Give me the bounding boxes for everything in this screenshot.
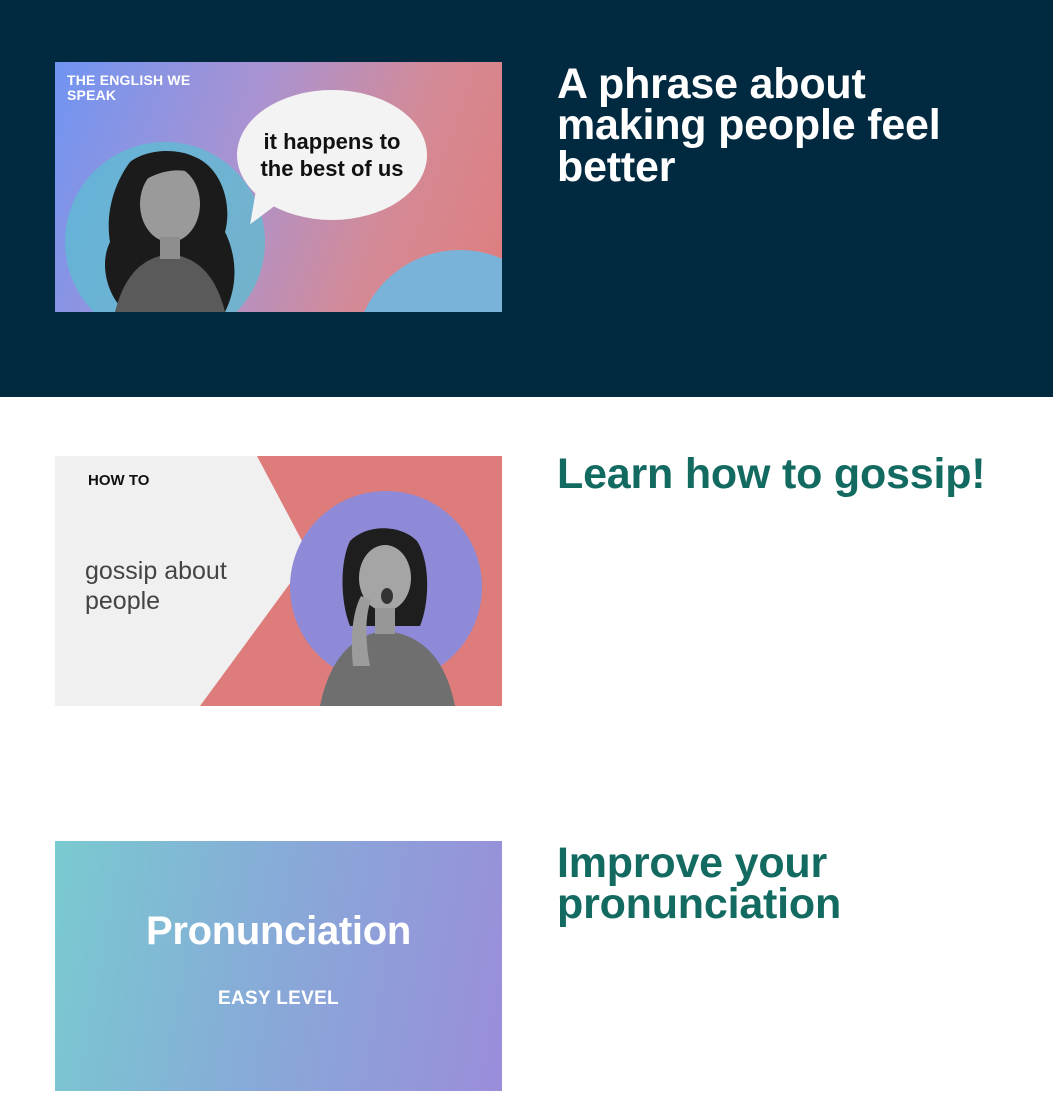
card-headline-link[interactable]: A phrase about making people feel better	[557, 63, 1017, 188]
thumbnail-title: gossip about people	[85, 557, 227, 615]
series-brand-label: THE ENGLISH WE SPEAK	[67, 72, 191, 103]
thumbnail-how-to-gossip[interactable]: HOW TO gossip about people	[55, 456, 502, 706]
thumbnail-level-label: EASY LEVEL	[218, 988, 339, 1009]
article-card: Pronunciation EASY LEVEL Improve your pr…	[0, 817, 1053, 1102]
thumbnail-english-we-speak[interactable]: THE ENGLISH WE SPEAK it happens to the b…	[55, 62, 502, 312]
card-headline-link[interactable]: Learn how to gossip!	[557, 452, 1017, 495]
article-card: HOW TO gossip about people Learn how to …	[0, 397, 1053, 817]
card-headline-link[interactable]: Improve your pronunciation	[557, 842, 1017, 926]
presenter-photo	[320, 528, 455, 706]
thumbnail-gradient	[55, 841, 502, 1091]
featured-card: THE ENGLISH WE SPEAK it happens to the b…	[0, 0, 1053, 397]
thumbnail-title: Pronunciation	[146, 909, 411, 953]
speech-bubble-text: it happens to the best of us	[260, 129, 404, 181]
thumbnail-pronunciation[interactable]: Pronunciation EASY LEVEL	[55, 841, 502, 1091]
thumbnail-kicker: HOW TO	[88, 472, 150, 489]
